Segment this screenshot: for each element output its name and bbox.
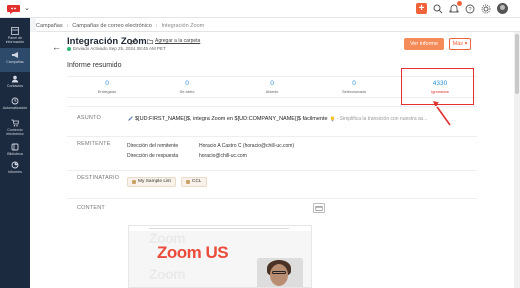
sidebar-item-label: Panel de información <box>5 36 25 44</box>
content-label: CONTENT <box>77 205 105 211</box>
campaign-panel: ← Integración Zoom Agregar a la carpeta … <box>30 32 520 288</box>
recipient-label: DESTINATARIO <box>77 175 120 181</box>
recipient-chip-label: CCL <box>192 179 202 184</box>
photo-face <box>270 264 288 286</box>
preview-ghost-text: Zoom <box>149 266 186 282</box>
search-icon[interactable] <box>433 4 443 14</box>
svg-text:?: ? <box>468 7 471 13</box>
sidebar-item-label: Automatización <box>2 106 28 110</box>
email-content-preview[interactable]: Zoom Zoom US Zoom <box>128 225 312 288</box>
list-icon <box>132 180 136 184</box>
page-scrollbar[interactable] <box>514 32 520 288</box>
stat-open[interactable]: 0 Abierto <box>237 77 307 99</box>
recipient-chip[interactable]: CCL <box>181 177 207 187</box>
chevron-right-icon: › <box>66 23 69 29</box>
subject-line: $[UD:FIRST_NAME|]$, integra Zoom en $[UD… <box>127 116 427 122</box>
stat-delivered[interactable]: 0 Entregado <box>72 77 142 99</box>
breadcrumb: Campañas › Campañas de correo electrónic… <box>36 18 520 32</box>
top-bar: ⌄ + ? <box>0 0 520 18</box>
sender-section: REMITENTE Dirección del remitente Horaci… <box>67 136 477 170</box>
sidebar-item-label: Biblioteca <box>7 152 23 156</box>
summary-report-heading: Informe resumido <box>67 62 122 69</box>
user-avatar[interactable] <box>497 3 508 14</box>
breadcrumb-item-campaigns[interactable]: Campañas <box>36 23 63 29</box>
status-dot-icon <box>67 46 71 51</box>
breadcrumb-item-current: Integración Zoom <box>161 23 205 29</box>
sidebar-item-contacts[interactable]: Contactos <box>0 72 30 96</box>
cart-icon <box>11 119 19 127</box>
sidebar-item-dashboard[interactable]: Panel de información <box>0 24 30 48</box>
sender-label: REMITENTE <box>77 141 111 147</box>
stat-label: Seleccionado <box>341 89 367 94</box>
recipient-chip[interactable]: My Sample List <box>127 177 176 187</box>
gear-icon[interactable] <box>481 4 491 14</box>
dashboard-icon <box>11 27 19 35</box>
stat-label: Abierto <box>265 89 279 94</box>
rocket-icon <box>128 116 133 121</box>
subject-preview-text: - Simplifica la transición con nuestra a… <box>336 116 428 122</box>
sidebar-item-label: Contactos <box>6 84 24 88</box>
sidebar-item-ecommerce[interactable]: Comercio electrónico <box>0 116 30 140</box>
subject-text: $[UD:FIRST_NAME|]$, integra Zoom en $[UD… <box>135 116 328 122</box>
recipient-section: DESTINATARIO My Sample List CCL <box>67 170 477 198</box>
preview-photo <box>257 258 303 287</box>
stat-value: 0 <box>105 80 109 87</box>
view-report-button[interactable]: Ver informe <box>404 38 444 50</box>
pencil-icon[interactable] <box>130 38 137 45</box>
contacts-icon <box>11 75 19 83</box>
automation-icon <box>11 97 19 105</box>
app-logo-icon[interactable] <box>6 3 22 15</box>
notification-badge <box>457 0 462 6</box>
lightbulb-icon <box>330 116 334 122</box>
sent-status-text: Enviado Activado Sep 25, 2024 08:45 AM P… <box>73 46 166 51</box>
photo-glasses <box>272 271 286 274</box>
scrollbar-thumb[interactable] <box>515 34 519 94</box>
add-to-folder-label: Agregar a la carpeta <box>155 38 201 44</box>
help-icon[interactable]: ? <box>465 4 475 14</box>
sender-address-label: Dirección del remitente <box>127 143 179 149</box>
preview-icon[interactable] <box>313 203 325 213</box>
sidebar-item-campaigns[interactable]: Campañas <box>0 48 30 72</box>
sidebar-item-automation[interactable]: Automatización <box>0 94 30 118</box>
stat-value: 0 <box>185 80 189 87</box>
sidebar-item-label: Informes <box>8 170 22 174</box>
preview-heading: Zoom US <box>157 243 229 262</box>
stat-label: Entregado <box>97 89 117 94</box>
recipient-chip-label: My Sample List <box>138 179 171 184</box>
breadcrumb-item-email-campaigns[interactable]: Campañas de correo electrónico <box>72 23 152 29</box>
megaphone-icon <box>12 52 18 58</box>
stat-value: 0 <box>352 80 356 87</box>
app-switcher-chevron-icon[interactable]: ⌄ <box>24 4 30 12</box>
divider <box>149 228 289 229</box>
stat-selected[interactable]: 0 Seleccionado <box>319 77 389 99</box>
sidebar-item-reports[interactable]: Informes <box>0 158 30 182</box>
sidebar-item-label: Campañas <box>6 60 24 64</box>
library-icon <box>11 143 19 151</box>
reply-address-label: Dirección de respuesta <box>127 153 179 159</box>
chevron-right-icon: › <box>155 23 158 29</box>
stat-value: 0 <box>270 80 274 87</box>
subject-section: ASUNTO $[UD:FIRST_NAME|]$, integra Zoom … <box>67 106 477 136</box>
reply-address-value: horacio@chill-uc.com <box>199 153 247 159</box>
sent-status: Enviado Activado Sep 25, 2024 08:45 AM P… <box>67 46 166 51</box>
back-arrow-icon[interactable]: ← <box>52 42 61 52</box>
stat-opened[interactable]: 0 Se abrió <box>152 77 222 99</box>
more-button[interactable]: Más ▾ <box>449 38 471 50</box>
list-icon <box>186 180 190 184</box>
add-to-folder-link[interactable]: Agregar a la carpeta <box>147 38 200 44</box>
sender-address-value: Horacio A Castro C (horacio@chill-uc.com… <box>199 143 295 149</box>
stat-label: Se abrió <box>179 89 195 94</box>
create-button[interactable]: + <box>416 3 427 14</box>
sidebar: Panel de información Campañas Contactos … <box>0 18 30 288</box>
reports-icon <box>11 161 19 169</box>
subject-label: ASUNTO <box>77 115 102 121</box>
folder-icon <box>147 39 153 44</box>
sidebar-item-label: Comercio electrónico <box>6 128 24 136</box>
notifications-button[interactable] <box>449 0 462 14</box>
